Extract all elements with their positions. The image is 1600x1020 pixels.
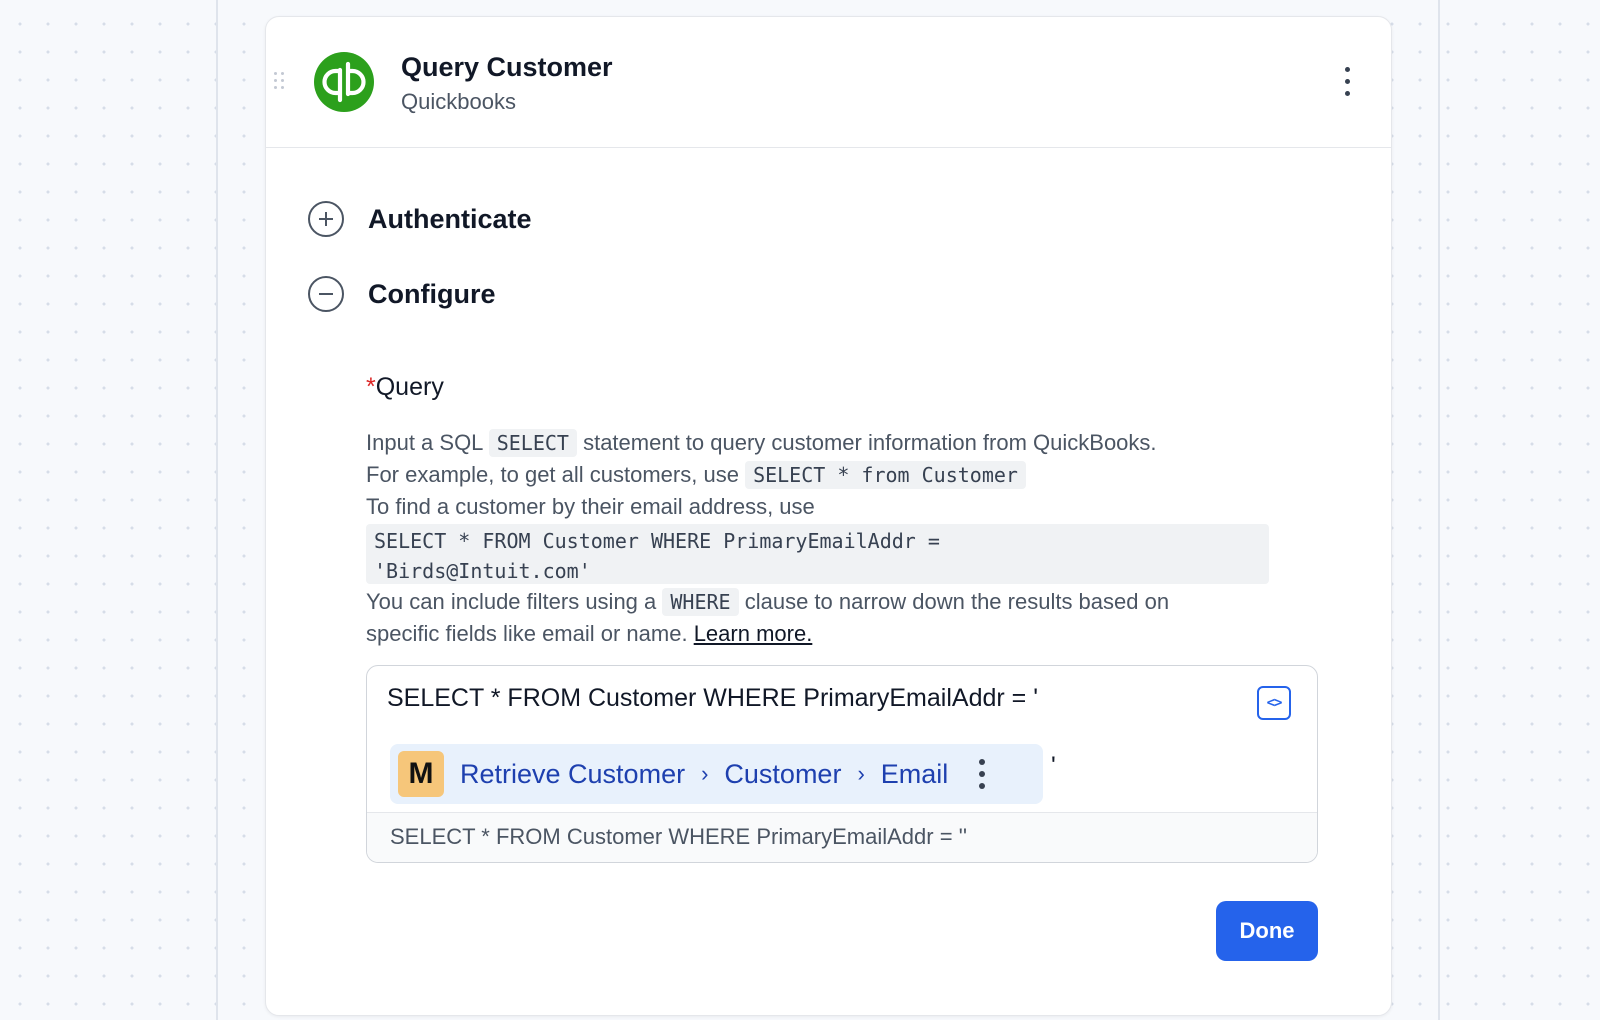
query-preview: SELECT * FROM Customer WHERE PrimaryEmai… — [367, 812, 1317, 862]
description-text: specific fields like email or name. — [366, 621, 694, 646]
description-line: specific fields like email or name. Lear… — [366, 618, 1286, 650]
learn-more-link[interactable]: Learn more. — [694, 621, 813, 646]
code-view-toggle-icon[interactable]: <> — [1257, 686, 1291, 720]
description-line: To find a customer by their email addres… — [366, 491, 1286, 523]
code-block-line: 'Birds@Intuit.com' — [374, 559, 591, 583]
chevron-right-icon: › — [857, 761, 865, 786]
inline-code: SELECT * from Customer — [745, 461, 1026, 489]
section-label-authenticate: Authenticate — [368, 203, 532, 234]
drag-handle-icon[interactable] — [274, 72, 288, 90]
step-card: Query Customer Quickbooks Authenticate C… — [265, 16, 1392, 1016]
step-title: Query Customer — [401, 52, 613, 82]
section-label-configure: Configure — [368, 278, 496, 309]
description-text: To find a customer by their email addres… — [366, 494, 815, 519]
done-button[interactable]: Done — [1216, 901, 1318, 961]
section-authenticate[interactable]: Authenticate — [308, 198, 532, 240]
description-text: clause to narrow down the results based … — [738, 589, 1170, 614]
description-text: statement to query customer information … — [576, 430, 1157, 455]
chevron-right-icon: › — [701, 761, 709, 786]
description-text: You can include filters using a — [366, 589, 663, 614]
description-text: Input a SQL — [366, 430, 489, 455]
description-line: You can include filters using a WHERE cl… — [366, 586, 1286, 618]
code-block-example: SELECT * FROM Customer WHERE PrimaryEmai… — [366, 524, 1269, 584]
query-label-text: Query — [375, 373, 444, 401]
canvas-guide-right — [1438, 0, 1440, 1020]
variable-path-object: Customer — [724, 758, 842, 789]
inline-code: SELECT — [488, 429, 577, 457]
description-line: For example, to get all customers, use S… — [366, 459, 1286, 491]
description-line: Input a SQL SELECT statement to query cu… — [366, 427, 1286, 459]
query-field-label: *Query — [366, 373, 444, 402]
description-text: For example, to get all customers, use — [366, 462, 746, 487]
minus-circle-icon — [308, 276, 344, 312]
step-app-name: Quickbooks — [401, 89, 516, 114]
query-description: Input a SQL SELECT statement to query cu… — [366, 427, 1286, 650]
query-trailing-text[interactable]: ' — [1051, 752, 1056, 781]
inline-code: WHERE — [662, 588, 739, 616]
quickbooks-logo-icon — [314, 52, 374, 112]
query-input[interactable]: SELECT * FROM Customer WHERE PrimaryEmai… — [366, 665, 1318, 863]
more-options-icon[interactable] — [1341, 67, 1353, 97]
canvas-guide-left — [216, 0, 218, 1020]
code-block-line: SELECT * FROM Customer WHERE PrimaryEmai… — [374, 529, 940, 553]
variable-path-field: Email — [880, 758, 949, 789]
variable-pill[interactable]: M Retrieve Customer › Customer › Email — [390, 744, 1043, 804]
variable-options-icon[interactable] — [978, 759, 986, 789]
required-marker: * — [366, 373, 376, 401]
section-configure[interactable]: Configure — [308, 273, 496, 315]
variable-path-step: Retrieve Customer — [460, 758, 686, 789]
query-text[interactable]: SELECT * FROM Customer WHERE PrimaryEmai… — [387, 684, 1038, 713]
plus-circle-icon — [308, 201, 344, 237]
source-app-logo-icon: M — [398, 751, 444, 797]
step-header[interactable]: Query Customer Quickbooks — [266, 17, 1391, 148]
